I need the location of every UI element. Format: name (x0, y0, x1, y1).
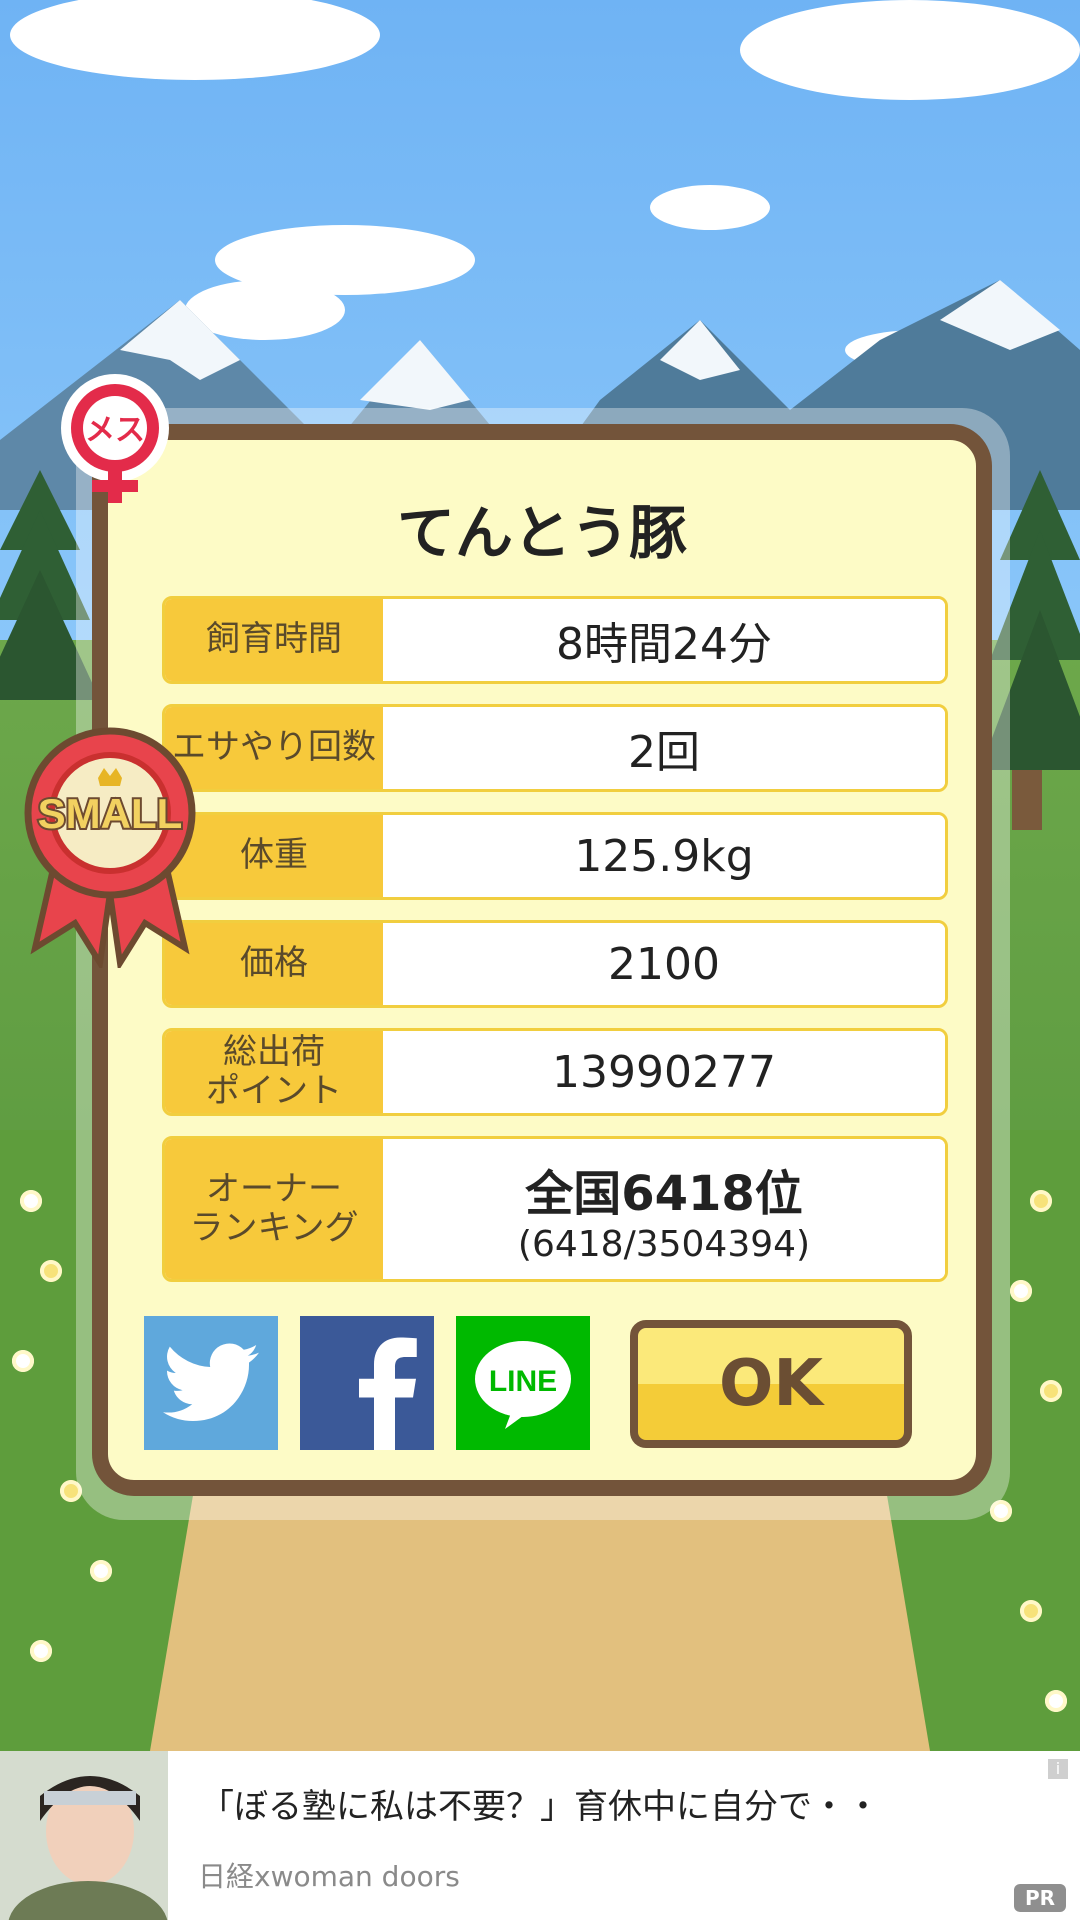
stat-row-owner-ranking: オーナー ランキング 全国6418位 (6418/3504394) (162, 1136, 948, 1282)
line-logo-text: LINE (489, 1365, 557, 1398)
female-badge-icon: メス (61, 374, 169, 503)
ranking-detail: (6418/3504394) (517, 1223, 811, 1265)
flower (1010, 1280, 1032, 1302)
stat-row-feed-count: エサやり回数 2回 (162, 704, 948, 792)
stat-row-price: 価格 2100 (162, 920, 948, 1008)
ranking-value: 全国6418位 (6418/3504394) (383, 1139, 945, 1279)
flower (1030, 1190, 1052, 1212)
stat-value: 13990277 (383, 1031, 945, 1113)
flower (90, 1560, 112, 1582)
stat-row-breeding-time: 飼育時間 8時間24分 (162, 596, 948, 684)
flower (1040, 1380, 1062, 1402)
ad-source: 日経xwoman doors (198, 1860, 460, 1893)
flower (12, 1350, 34, 1372)
stat-label: 総出荷 ポイント (165, 1031, 383, 1113)
line-share-button[interactable]: LINE (456, 1316, 590, 1450)
flower (30, 1640, 52, 1662)
ad-title[interactable]: 「ぼる塾に私は不要？」育休中に自分で・・ (200, 1779, 880, 1828)
flower (40, 1260, 62, 1282)
flower (20, 1190, 42, 1212)
cloud (740, 0, 1080, 100)
size-badge-text: SMALL (38, 790, 183, 837)
flower (1020, 1600, 1042, 1622)
stat-value: 2100 (383, 923, 945, 1005)
flower (1045, 1690, 1067, 1712)
stat-value: 125.9kg (383, 815, 945, 897)
pig-result-dialog: てんとう豚 飼育時間 8時間24分 エサやり回数 2回 体重 125.9kg 価… (92, 424, 992, 1496)
stat-label: 飼育時間 (165, 599, 383, 681)
stat-value: 8時間24分 (383, 599, 945, 681)
twitter-bird-icon (163, 1343, 259, 1421)
cloud (650, 185, 770, 230)
twitter-share-button[interactable] (144, 1316, 278, 1450)
facebook-share-button[interactable] (300, 1316, 434, 1450)
sex-badge-text: メス (85, 413, 145, 448)
ad-banner[interactable]: 「ぼる塾に私は不要？」育休中に自分で・・ 日経xwoman doors i PR (0, 1751, 1080, 1920)
pig-name-title: てんとう豚 (396, 499, 687, 567)
facebook-f-icon (359, 1337, 417, 1450)
stat-row-shipping-points: 総出荷 ポイント 13990277 (162, 1028, 948, 1116)
line-logo-icon: LINE (475, 1341, 571, 1429)
small-size-ribbon-icon: SMALL (24, 727, 196, 968)
ad-thumbnail-image (0, 1751, 168, 1920)
ok-button[interactable]: OK (630, 1320, 912, 1448)
ad-info-icon[interactable]: i (1048, 1759, 1068, 1779)
stat-row-weight: 体重 125.9kg (162, 812, 948, 900)
stat-label: オーナー ランキング (165, 1139, 383, 1279)
ranking-rank: 全国6418位 (525, 1165, 803, 1222)
ad-pr-badge: PR (1014, 1884, 1066, 1912)
stat-value: 2回 (383, 707, 945, 789)
